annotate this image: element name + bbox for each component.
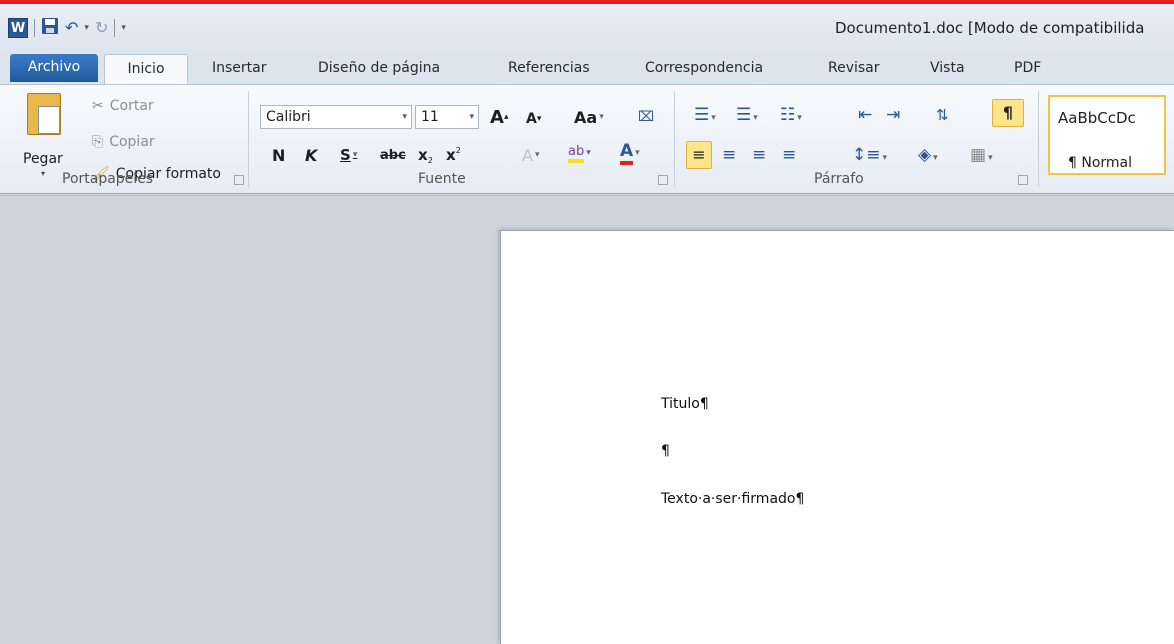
tab-vista[interactable]: Vista bbox=[930, 54, 965, 84]
text-effects-button[interactable]: A ▾ bbox=[522, 143, 539, 167]
tab-archivo[interactable]: Archivo bbox=[10, 54, 98, 82]
multilevel-list-icon[interactable]: ☷ ▾ bbox=[780, 103, 802, 130]
grow-font-button[interactable]: A ▴ bbox=[490, 105, 508, 129]
highlight-button[interactable]: ab ▾ bbox=[568, 141, 591, 165]
font-size-select[interactable]: 11 ▾ bbox=[415, 105, 479, 129]
group-separator bbox=[1038, 91, 1039, 187]
clipboard-group-label: Portapapeles bbox=[62, 171, 154, 187]
clear-format-icon[interactable]: ⌧ bbox=[638, 105, 654, 129]
quick-access-toolbar: W ↶ ▾ ↻ ▾ bbox=[8, 16, 126, 40]
font-color-label: A bbox=[620, 141, 634, 165]
ribbon: Pegar ▾ ✂ Cortar ⎘ Copiar 🖌 Copiar forma… bbox=[0, 84, 1174, 194]
underline-label: S bbox=[340, 146, 351, 164]
chevron-down-icon: ▾ bbox=[352, 150, 358, 160]
align-left-button[interactable]: ≡ bbox=[686, 141, 712, 169]
highlight-label: ab bbox=[568, 144, 585, 163]
superscript-button[interactable]: x2 bbox=[446, 143, 461, 167]
tab-correspondencia[interactable]: Correspondencia bbox=[645, 54, 763, 84]
save-icon[interactable] bbox=[41, 17, 59, 40]
scissors-icon: ✂ bbox=[92, 98, 104, 114]
bold-label: N bbox=[272, 145, 286, 165]
copy-label: Copiar bbox=[109, 134, 155, 150]
chevron-down-icon: ▾ bbox=[469, 112, 474, 122]
align-right-icon[interactable]: ≡ bbox=[752, 143, 766, 167]
window-title: Documento1.doc [Modo de compatibilida bbox=[835, 19, 1145, 37]
borders-icon[interactable]: ▦ ▾ bbox=[970, 143, 993, 170]
underline-button[interactable]: S ▾ bbox=[340, 143, 357, 167]
font-dialog-launcher-icon[interactable] bbox=[658, 175, 668, 185]
paste-icon[interactable] bbox=[27, 93, 61, 135]
redo-icon[interactable]: ↻ bbox=[95, 18, 108, 38]
qat-separator bbox=[114, 19, 116, 37]
clipboard-dialog-launcher-icon[interactable] bbox=[234, 175, 244, 185]
cut-button[interactable]: ✂ Cortar bbox=[92, 95, 154, 117]
group-separator bbox=[674, 91, 675, 187]
document-page[interactable]: Titulo¶ ¶ Texto·a·ser·firmado¶ bbox=[500, 230, 1174, 644]
font-family-select[interactable]: Calibri ▾ bbox=[260, 105, 412, 129]
font-group-label: Fuente bbox=[418, 171, 466, 187]
italic-label: K bbox=[305, 145, 318, 165]
change-case-label: Aa bbox=[574, 107, 598, 127]
strikethrough-label: abc bbox=[380, 147, 406, 163]
tab-revisar[interactable]: Revisar bbox=[828, 54, 880, 84]
undo-icon[interactable]: ↶ bbox=[65, 18, 78, 38]
line-spacing-icon[interactable]: ↕≡ ▾ bbox=[852, 143, 887, 170]
style-sample: AaBbCcDc bbox=[1058, 109, 1136, 127]
paragraph-empty[interactable]: ¶ bbox=[661, 443, 670, 459]
increase-indent-icon[interactable]: ⇥ bbox=[886, 103, 900, 127]
undo-dropdown-icon[interactable]: ▾ bbox=[84, 23, 89, 33]
cut-label: Cortar bbox=[109, 98, 154, 114]
paragraph-group-label: Párrafo bbox=[814, 171, 864, 187]
paragraph-dialog-launcher-icon[interactable] bbox=[1018, 175, 1028, 185]
paragraph-body[interactable]: Texto·a·ser·firmado¶ bbox=[661, 491, 804, 507]
bullets-icon[interactable]: ☰ ▾ bbox=[694, 103, 716, 130]
subscript-label: x bbox=[418, 146, 428, 164]
tab-pdf[interactable]: PDF bbox=[1014, 54, 1041, 84]
chevron-down-icon: ▾ bbox=[402, 112, 407, 122]
shrink-font-button[interactable]: A ▾ bbox=[526, 107, 541, 131]
align-center-icon[interactable]: ≡ bbox=[722, 143, 736, 167]
chevron-down-icon: ▾ bbox=[586, 148, 591, 158]
sort-icon[interactable]: ⇅ bbox=[936, 103, 949, 127]
title-bar: W ↶ ▾ ↻ ▾ Documento1.doc [Modo de compat… bbox=[0, 4, 1174, 54]
font-size-value: 11 bbox=[421, 109, 439, 125]
justify-icon[interactable]: ≡ bbox=[782, 143, 796, 167]
show-formatting-marks-button[interactable]: ¶ bbox=[992, 99, 1024, 127]
font-family-value: Calibri bbox=[266, 109, 311, 125]
style-name: ¶ Normal bbox=[1068, 155, 1133, 171]
ribbon-tabs: Archivo Inicio Insertar Diseño de página… bbox=[0, 54, 1174, 85]
chevron-down-icon: ▾ bbox=[635, 148, 640, 158]
strikethrough-button[interactable]: abc bbox=[380, 143, 406, 167]
align-left-icon: ≡ bbox=[692, 145, 706, 164]
shading-icon[interactable]: ◈ ▾ bbox=[918, 143, 938, 170]
tab-inicio[interactable]: Inicio bbox=[104, 54, 188, 85]
decrease-indent-icon[interactable]: ⇤ bbox=[858, 103, 872, 127]
shrink-font-label: A bbox=[526, 111, 537, 127]
paste-button[interactable]: Pegar bbox=[23, 151, 63, 167]
customize-qat-icon[interactable]: ▾ bbox=[121, 23, 126, 33]
bold-button[interactable]: N bbox=[272, 143, 285, 167]
tab-referencias[interactable]: Referencias bbox=[508, 54, 590, 84]
copy-icon: ⎘ bbox=[92, 134, 104, 150]
group-separator bbox=[248, 91, 249, 187]
numbering-icon[interactable]: ☰ ▾ bbox=[736, 103, 758, 130]
italic-button[interactable]: K bbox=[305, 143, 317, 167]
change-case-button[interactable]: Aa ▾ bbox=[574, 105, 604, 129]
copy-button[interactable]: ⎘ Copiar bbox=[92, 131, 155, 153]
qat-separator bbox=[34, 19, 35, 37]
paste-dropdown-icon[interactable]: ▾ bbox=[41, 169, 45, 178]
chevron-down-icon: ▾ bbox=[599, 112, 604, 122]
subscript-button[interactable]: x2 bbox=[418, 143, 433, 167]
tab-insertar[interactable]: Insertar bbox=[212, 54, 267, 84]
paragraph-title[interactable]: Titulo¶ bbox=[661, 396, 709, 412]
font-color-button[interactable]: A ▾ bbox=[620, 141, 640, 165]
grow-font-label: A bbox=[490, 106, 504, 128]
word-logo-icon[interactable]: W bbox=[8, 18, 28, 38]
tab-diseno-pagina[interactable]: Diseño de página bbox=[318, 54, 440, 84]
superscript-label: x bbox=[446, 146, 456, 164]
